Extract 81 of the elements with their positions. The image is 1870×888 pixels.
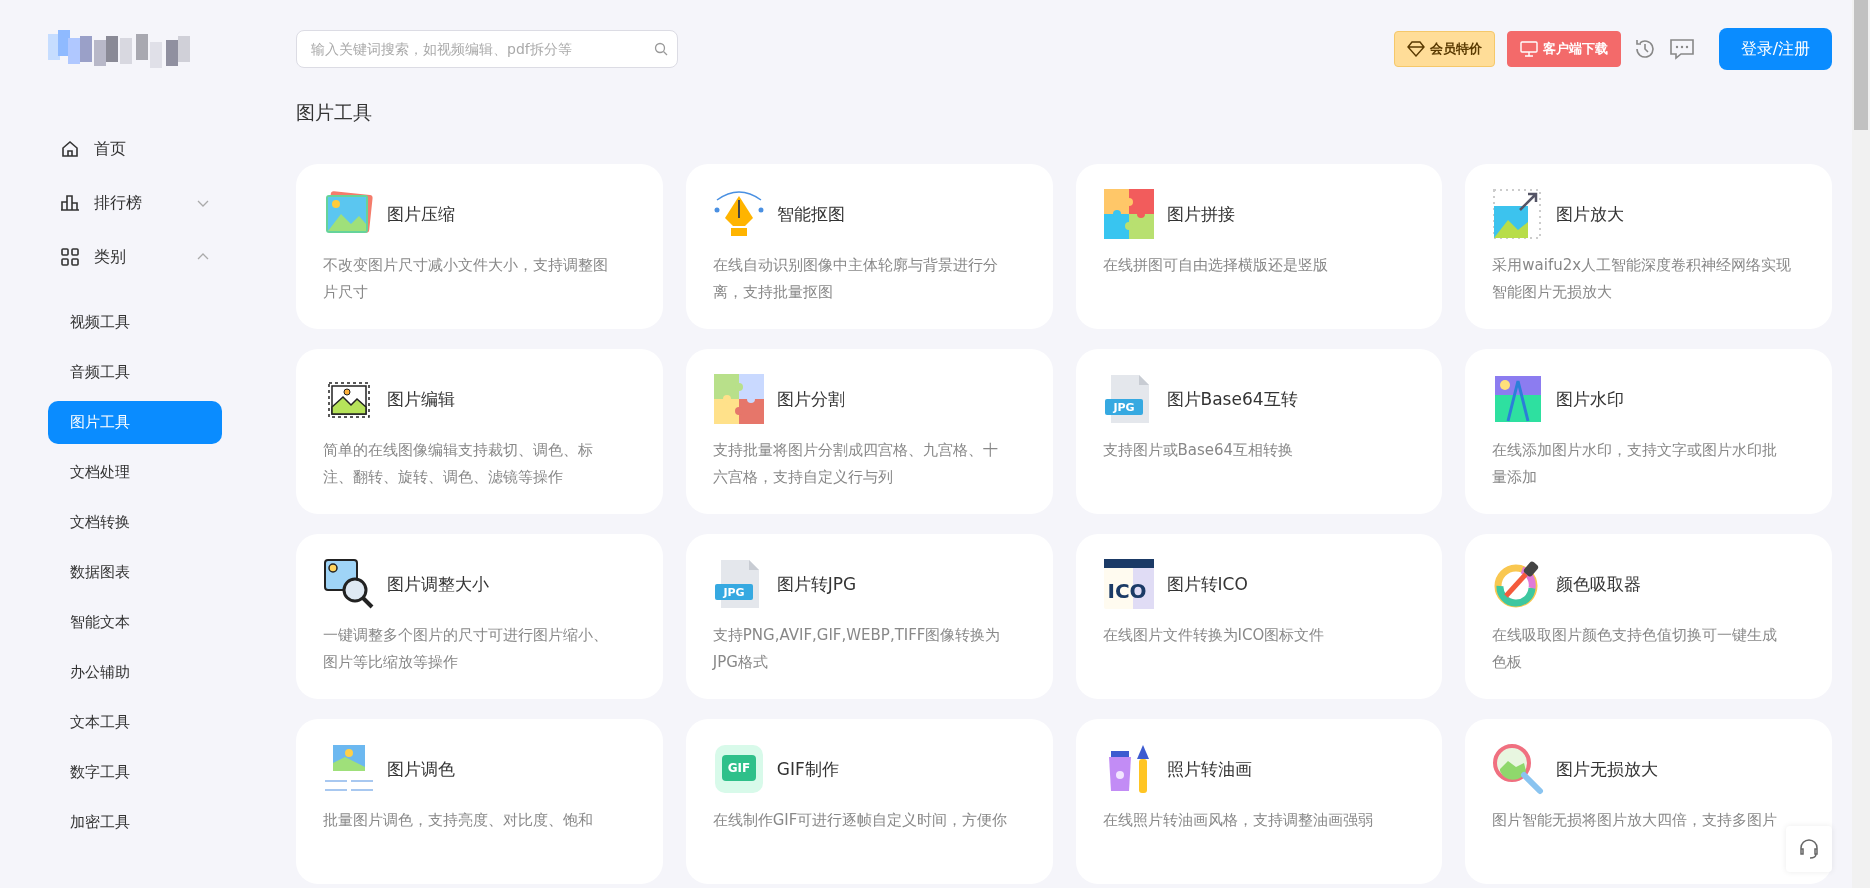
headset-icon xyxy=(1797,837,1821,861)
tool-title: 颜色吸取器 xyxy=(1556,572,1642,596)
monitor-icon xyxy=(1520,41,1538,57)
tool-description: 不改变图片尺寸减小文件大小，支持调整图片尺寸 xyxy=(323,255,609,303)
tool-title: 图片无损放大 xyxy=(1556,757,1659,781)
search-icon[interactable] xyxy=(654,42,668,56)
tool-card[interactable]: 图片压缩 不改变图片尺寸减小文件大小，支持调整图片尺寸 xyxy=(296,164,663,329)
tool-card[interactable]: 颜色吸取器 在线吸取图片颜色支持色值切换可一键生成色板 xyxy=(1465,534,1832,699)
category-item[interactable]: 数字工具 xyxy=(48,751,222,794)
tool-card[interactable]: 图片分割 支持批量将图片分割成四宫格、九宫格、十六宫格，支持自定义行与列 xyxy=(685,349,1053,514)
tool-description: 在线吸取图片颜色支持色值切换可一键生成色板 xyxy=(1492,625,1779,673)
tool-title: 图片Base64互转 xyxy=(1166,387,1298,411)
tool-description: 在线照片转油画风格，支持调整油画强弱 xyxy=(1102,810,1374,831)
tool-description: 在线添加图片水印，支持文字或图片水印批量添加 xyxy=(1492,440,1779,488)
tool-card[interactable]: 图片无损放大 图片智能无损将图片放大四倍，支持多图片 xyxy=(1465,719,1832,884)
image-search-icon xyxy=(323,558,375,610)
tool-description: 图片智能无损将图片放大四倍，支持多图片 xyxy=(1492,810,1779,831)
tool-card[interactable]: JPG 图片Base64互转 支持图片或Base64互相转换 xyxy=(1075,349,1443,514)
tool-card[interactable]: 图片调色 批量图片调色，支持亮度、对比度、饱和 xyxy=(296,719,663,884)
category-item[interactable]: 文档处理 xyxy=(48,451,222,494)
tool-description: 在线制作GIF可进行逐帧自定义时间，方便你 xyxy=(712,810,1009,831)
tool-description: 在线自动识别图像中主体轮廓与背景进行分离，支持批量抠图 xyxy=(712,255,999,303)
message-icon[interactable] xyxy=(1669,37,1695,61)
support-button[interactable] xyxy=(1786,826,1832,872)
category-item[interactable]: 视频工具 xyxy=(48,301,222,344)
category-item[interactable]: 文档转换 xyxy=(48,501,222,544)
category-item[interactable]: 音频工具 xyxy=(48,351,222,394)
tool-title: 智能抠图 xyxy=(776,202,845,226)
grid-icon xyxy=(60,247,80,267)
category-item[interactable]: 数据图表 xyxy=(48,551,222,594)
tool-title: 图片转ICO xyxy=(1166,572,1248,596)
tool-title: 图片调色 xyxy=(387,757,455,781)
tool-description: 支持PNG,AVIF,GIF,WEBP,TIFF图像转换为JPG格式 xyxy=(712,625,1002,673)
tool-description: 在线拼图可自由选择横版还是竖版 xyxy=(1102,255,1329,276)
gif-icon: GIF xyxy=(712,743,765,795)
tool-title: 图片编辑 xyxy=(387,387,455,411)
vip-button[interactable]: 会员特价 xyxy=(1394,31,1495,67)
ico-file-icon: ICO xyxy=(1102,558,1155,610)
tool-card[interactable]: 智能抠图 在线自动识别图像中主体轮廓与背景进行分离，支持批量抠图 xyxy=(685,164,1053,329)
tool-description: 简单的在线图像编辑支持裁切、调色、标注、翻转、旋转、调色、滤镜等操作 xyxy=(323,440,594,488)
tool-description: 支持图片或Base64互相转换 xyxy=(1102,440,1295,461)
nav-item[interactable]: 类别 xyxy=(48,230,210,284)
category-item[interactable]: 办公辅助 xyxy=(48,651,222,694)
puzzle-icon xyxy=(1102,188,1155,240)
tool-description: 批量图片调色，支持亮度、对比度、饱和 xyxy=(323,810,594,831)
tool-title: GIF制作 xyxy=(776,757,839,781)
tool-card[interactable]: 图片放大 采用waifu2x人工智能深度卷积神经网络实现智能图片无损放大 xyxy=(1465,164,1832,329)
tool-card[interactable]: 图片调整大小 一键调整多个图片的尺寸可进行图片缩小、图片等比缩放等操作 xyxy=(296,534,663,699)
tool-title: 图片放大 xyxy=(1556,202,1625,226)
tool-title: 图片拼接 xyxy=(1166,202,1235,226)
history-icon[interactable] xyxy=(1633,37,1657,61)
tool-description: 采用waifu2x人工智能深度卷积神经网络实现智能图片无损放大 xyxy=(1492,255,1792,303)
section-title: 图片工具 xyxy=(296,100,373,125)
category-item[interactable]: 智能文本 xyxy=(48,601,222,644)
nav-item[interactable]: 排行榜 xyxy=(48,176,210,230)
tool-card[interactable]: 照片转油画 在线照片转油画风格，支持调整油画强弱 xyxy=(1075,719,1443,884)
tool-description: 在线图片文件转换为ICO图标文件 xyxy=(1102,625,1326,646)
tool-title: 图片压缩 xyxy=(387,202,455,226)
tool-title: 图片分割 xyxy=(776,387,845,411)
category-item[interactable]: 加密工具 xyxy=(48,801,222,844)
bar-chart-icon xyxy=(60,193,80,213)
tool-card[interactable]: JPG 图片转JPG 支持PNG,AVIF,GIF,WEBP,TIFF图像转换为JPG格式 xyxy=(685,534,1053,699)
home-icon xyxy=(60,139,80,159)
magnifier-icon xyxy=(1492,743,1545,795)
tool-title: 图片调整大小 xyxy=(387,572,489,596)
tool-title: 图片水印 xyxy=(1556,387,1625,411)
tool-description: 一键调整多个图片的尺寸可进行图片缩小、图片等比缩放等操作 xyxy=(323,625,609,673)
tool-card[interactable]: 图片拼接 在线拼图可自由选择横版还是竖版 xyxy=(1075,164,1443,329)
tool-card[interactable]: GIF GIF制作 在线制作GIF可进行逐帧自定义时间，方便你 xyxy=(685,719,1053,884)
tool-card[interactable]: 图片编辑 简单的在线图像编辑支持裁切、调色、标注、翻转、旋转、调色、滤镜等操作 xyxy=(296,349,663,514)
category-item[interactable]: 文本工具 xyxy=(48,701,222,744)
puzzle-icon xyxy=(712,373,765,425)
nav-item[interactable]: 首页 xyxy=(48,122,210,176)
tool-card[interactable]: ICO 图片转ICO 在线图片文件转换为ICO图标文件 xyxy=(1075,534,1443,699)
diamond-icon xyxy=(1407,41,1425,57)
tool-title: 图片转JPG xyxy=(776,572,857,596)
tool-description: 支持批量将图片分割成四宫格、九宫格、十六宫格，支持自定义行与列 xyxy=(712,440,999,488)
scrollbar[interactable] xyxy=(1852,0,1870,888)
tool-title: 照片转油画 xyxy=(1166,757,1252,781)
search-field[interactable]: 输入关键词搜索，如视频编辑、pdf拆分等 xyxy=(296,30,678,68)
tool-card[interactable]: 图片水印 在线添加图片水印，支持文字或图片水印批量添加 xyxy=(1465,349,1832,514)
